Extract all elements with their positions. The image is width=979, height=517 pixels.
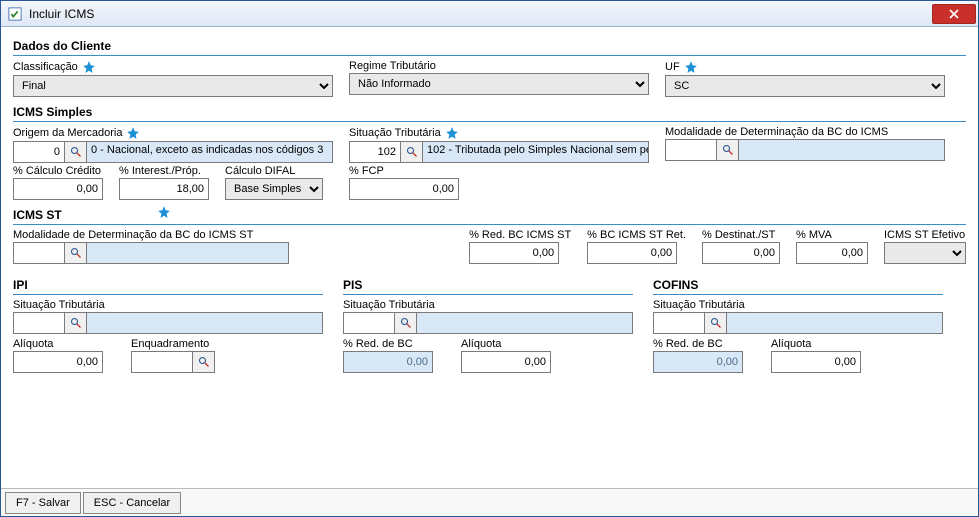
mod-bc-desc <box>739 139 945 161</box>
divider <box>343 294 633 295</box>
close-button[interactable] <box>932 4 976 24</box>
cofins-sit-code-input[interactable] <box>653 312 705 334</box>
interest-input[interactable] <box>119 178 209 200</box>
sit-icms-code-input[interactable] <box>349 141 401 163</box>
sit-icms-label: Situação Tributária <box>349 127 441 139</box>
app-icon <box>7 6 23 22</box>
red-st-input[interactable] <box>469 242 559 264</box>
divider <box>653 294 943 295</box>
efet-select[interactable] <box>884 242 966 264</box>
save-button[interactable]: F7 - Salvar <box>5 492 81 514</box>
pis-sit-lookup-button[interactable] <box>395 312 417 334</box>
classificacao-select[interactable]: Final <box>13 75 333 97</box>
dest-st-label: % Destinat./ST <box>702 229 780 241</box>
star-icon <box>82 60 96 74</box>
mva-input[interactable] <box>796 242 868 264</box>
ipi-enq-label: Enquadramento <box>131 338 215 350</box>
origem-desc: 0 - Nacional, exceto as indicadas nos có… <box>87 141 333 163</box>
mva-label: % MVA <box>796 229 868 241</box>
ipi-sit-code-input[interactable] <box>13 312 65 334</box>
cofins-sit-label: Situação Tributária <box>653 299 943 311</box>
section-cofins-title: COFINS <box>653 278 943 292</box>
mod-bc-code-input[interactable] <box>665 139 717 161</box>
cofins-red-input <box>653 351 743 373</box>
ipi-enq-code-input[interactable] <box>131 351 193 373</box>
cofins-sit-lookup-button[interactable] <box>705 312 727 334</box>
difal-select[interactable]: Base Simples <box>225 178 323 200</box>
origem-code-input[interactable] <box>13 141 65 163</box>
ret-st-input[interactable] <box>587 242 677 264</box>
regime-label: Regime Tributário <box>349 60 649 72</box>
calc-cred-input[interactable] <box>13 178 103 200</box>
star-icon <box>684 60 698 74</box>
fcp-input[interactable] <box>349 178 459 200</box>
origem-lookup-button[interactable] <box>65 141 87 163</box>
fcp-label: % FCP <box>349 165 459 177</box>
efet-label: ICMS ST Efetivo <box>884 229 966 241</box>
sit-icms-lookup-button[interactable] <box>401 141 423 163</box>
pis-sit-desc <box>417 312 633 334</box>
classificacao-label: Classificação <box>13 61 78 73</box>
titlebar: Incluir ICMS <box>1 1 978 27</box>
section-ipi-title: IPI <box>13 278 323 292</box>
cofins-red-label: % Red. de BC <box>653 338 743 350</box>
section-icms-title: ICMS Simples <box>13 105 966 119</box>
cofins-aliq-label: Alíquota <box>771 338 861 350</box>
pis-aliq-label: Alíquota <box>461 338 551 350</box>
pis-sit-label: Situação Tributária <box>343 299 633 311</box>
difal-label: Cálculo DIFAL <box>225 165 323 177</box>
star-icon <box>157 205 171 219</box>
content-area: Dados do Cliente Classificação Final Reg… <box>1 27 978 488</box>
mod-bc-label: Modalidade de Determinação da BC do ICMS <box>665 126 945 138</box>
ipi-sit-label: Situação Tributária <box>13 299 323 311</box>
mod-st-desc <box>87 242 289 264</box>
ipi-sit-lookup-button[interactable] <box>65 312 87 334</box>
mod-bc-lookup-button[interactable] <box>717 139 739 161</box>
mod-st-lookup-button[interactable] <box>65 242 87 264</box>
section-st-title: ICMS ST <box>13 208 966 222</box>
footer: F7 - Salvar ESC - Cancelar <box>1 488 978 516</box>
divider <box>13 121 966 122</box>
calc-cred-label: % Cálculo Crédito <box>13 165 103 177</box>
ipi-aliq-label: Alíquota <box>13 338 103 350</box>
uf-select[interactable]: SC <box>665 75 945 97</box>
divider <box>13 294 323 295</box>
uf-label: UF <box>665 61 680 73</box>
sit-icms-desc: 102 - Tributada pelo Simples Nacional se… <box>423 141 649 163</box>
divider <box>13 55 966 56</box>
pis-red-input <box>343 351 433 373</box>
pis-sit-code-input[interactable] <box>343 312 395 334</box>
origem-label: Origem da Mercadoria <box>13 127 122 139</box>
ipi-aliq-input[interactable] <box>13 351 103 373</box>
window-title: Incluir ICMS <box>29 7 932 21</box>
cofins-aliq-input[interactable] <box>771 351 861 373</box>
regime-select[interactable]: Não Informado <box>349 73 649 95</box>
ret-st-label: % BC ICMS ST Ret. <box>587 229 686 241</box>
cofins-sit-desc <box>727 312 943 334</box>
star-icon <box>126 126 140 140</box>
red-st-label: % Red. BC ICMS ST <box>469 229 571 241</box>
dest-st-input[interactable] <box>702 242 780 264</box>
star-icon <box>445 126 459 140</box>
divider <box>13 224 966 225</box>
interest-label: % Interest./Próp. <box>119 165 209 177</box>
cancel-button[interactable]: ESC - Cancelar <box>83 492 181 514</box>
mod-st-label: Modalidade de Determinação da BC do ICMS… <box>13 229 289 241</box>
ipi-enq-lookup-button[interactable] <box>193 351 215 373</box>
pis-aliq-input[interactable] <box>461 351 551 373</box>
section-pis-title: PIS <box>343 278 633 292</box>
pis-red-label: % Red. de BC <box>343 338 433 350</box>
ipi-sit-desc <box>87 312 323 334</box>
mod-st-code-input[interactable] <box>13 242 65 264</box>
section-client-title: Dados do Cliente <box>13 39 966 53</box>
window: Incluir ICMS Dados do Cliente Classifica… <box>0 0 979 517</box>
